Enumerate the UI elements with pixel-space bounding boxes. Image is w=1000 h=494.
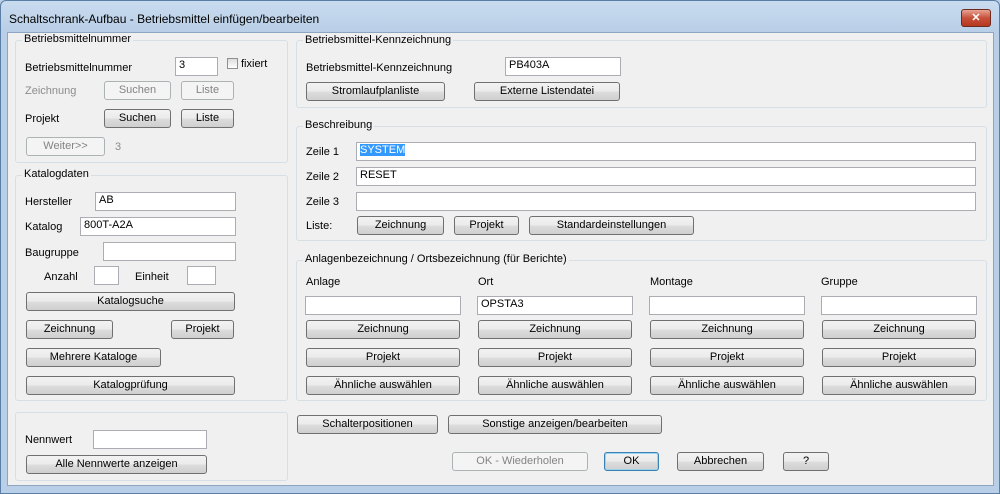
anzahl-label: Anzahl <box>44 271 78 283</box>
group-label-beschreibung: Beschreibung <box>303 119 375 131</box>
weiter-count: 3 <box>115 141 122 153</box>
projekt-suchen-button[interactable]: Suchen <box>104 109 171 128</box>
stromlaufplanliste-button[interactable]: Stromlaufplanliste <box>306 82 445 101</box>
zeile1-input[interactable]: SYSTEM <box>356 142 976 161</box>
gruppe-input[interactable] <box>821 296 977 315</box>
anlage-projekt-button[interactable]: Projekt <box>306 348 460 367</box>
ort-input[interactable]: OPSTA3 <box>477 296 633 315</box>
katalog-projekt-button[interactable]: Projekt <box>171 320 234 339</box>
zeichnung-label: Zeichnung <box>25 85 77 97</box>
group-label-anlagen: Anlagenbezeichnung / Ortsbezeichnung (fü… <box>303 253 569 265</box>
beschreibung-projekt-button[interactable]: Projekt <box>454 216 519 235</box>
title-bar: Schaltschrank-Aufbau - Betriebsmittel ei… <box>1 1 999 34</box>
katalogsuche-button[interactable]: Katalogsuche <box>26 292 235 311</box>
nennwert-input[interactable] <box>93 430 207 449</box>
ok-button[interactable]: OK <box>604 452 659 471</box>
sonstige-button[interactable]: Sonstige anzeigen/bearbeiten <box>448 415 662 434</box>
projekt-label: Projekt <box>25 113 60 125</box>
zeile1-label: Zeile 1 <box>306 146 340 158</box>
ort-projekt-button[interactable]: Projekt <box>478 348 632 367</box>
group-label-betriebsmittelnummer: Betriebsmittelnummer <box>22 33 133 45</box>
fixiert-label: fixiert <box>241 58 268 70</box>
externe-listendatei-button[interactable]: Externe Listendatei <box>474 82 620 101</box>
nennwert-label: Nennwert <box>25 434 73 446</box>
group-label-kennzeichnung: Betriebsmittel-Kennzeichnung <box>303 34 454 46</box>
liste-label: Liste: <box>306 220 333 232</box>
montage-aehnliche-button[interactable]: Ähnliche auswählen <box>650 376 804 395</box>
zeichnung-liste-button[interactable]: Liste <box>181 81 234 100</box>
schalterpositionen-button[interactable]: Schalterpositionen <box>297 415 438 434</box>
window-title: Schaltschrank-Aufbau - Betriebsmittel ei… <box>9 12 320 26</box>
hersteller-input[interactable]: AB <box>95 192 236 211</box>
beschreibung-zeichnung-button[interactable]: Zeichnung <box>357 216 444 235</box>
zeile2-input[interactable]: RESET <box>356 167 976 186</box>
zeile2-label: Zeile 2 <box>306 171 340 183</box>
anlage-zeichnung-button[interactable]: Zeichnung <box>306 320 460 339</box>
anzahl-input[interactable] <box>94 266 119 285</box>
help-button[interactable]: ? <box>783 452 829 471</box>
gruppe-zeichnung-button[interactable]: Zeichnung <box>822 320 976 339</box>
gruppe-aehnliche-button[interactable]: Ähnliche auswählen <box>822 376 976 395</box>
ort-aehnliche-button[interactable]: Ähnliche auswählen <box>478 376 632 395</box>
hersteller-label: Hersteller <box>25 196 73 208</box>
montage-input[interactable] <box>649 296 805 315</box>
montage-zeichnung-button[interactable]: Zeichnung <box>650 320 804 339</box>
katalog-label: Katalog <box>25 221 63 233</box>
zeile3-input[interactable] <box>356 192 976 211</box>
montage-projekt-button[interactable]: Projekt <box>650 348 804 367</box>
zeile1-selected-text: SYSTEM <box>360 144 406 156</box>
baugruppe-label: Baugruppe <box>25 247 79 259</box>
kennzeichnung-label: Betriebsmittel-Kennzeichnung <box>306 62 453 74</box>
katalog-zeichnung-button[interactable]: Zeichnung <box>26 320 113 339</box>
zeichnung-suchen-button[interactable]: Suchen <box>104 81 171 100</box>
montage-label: Montage <box>650 276 693 288</box>
ort-label: Ort <box>478 276 494 288</box>
betriebsmittelnummer-input[interactable]: 3 <box>175 57 218 76</box>
weiter-button[interactable]: Weiter>> <box>26 137 105 156</box>
close-icon[interactable]: ✕ <box>961 9 991 27</box>
katalogpruefung-button[interactable]: Katalogprüfung <box>26 376 235 395</box>
einheit-input[interactable] <box>187 266 216 285</box>
baugruppe-input[interactable] <box>103 242 236 261</box>
group-label-katalogdaten: Katalogdaten <box>22 168 91 180</box>
gruppe-label: Gruppe <box>821 276 858 288</box>
kennzeichnung-input[interactable]: PB403A <box>505 57 621 76</box>
ort-zeichnung-button[interactable]: Zeichnung <box>478 320 632 339</box>
fixiert-checkbox[interactable] <box>227 58 238 69</box>
anlage-label: Anlage <box>306 276 341 288</box>
mehrere-kataloge-button[interactable]: Mehrere Kataloge <box>26 348 161 367</box>
standardeinstellungen-button[interactable]: Standardeinstellungen <box>529 216 694 235</box>
einheit-label: Einheit <box>135 271 169 283</box>
ok-wiederholen-button[interactable]: OK - Wiederholen <box>452 452 588 471</box>
gruppe-projekt-button[interactable]: Projekt <box>822 348 976 367</box>
katalog-input[interactable]: 800T-A2A <box>80 217 236 236</box>
alle-nennwerte-button[interactable]: Alle Nennwerte anzeigen <box>26 455 207 474</box>
anlage-input[interactable] <box>305 296 461 315</box>
projekt-liste-button[interactable]: Liste <box>181 109 234 128</box>
anlage-aehnliche-button[interactable]: Ähnliche auswählen <box>306 376 460 395</box>
abbrechen-button[interactable]: Abbrechen <box>677 452 764 471</box>
betriebsmittelnummer-label: Betriebsmittelnummer <box>25 62 132 74</box>
zeile3-label: Zeile 3 <box>306 196 340 208</box>
